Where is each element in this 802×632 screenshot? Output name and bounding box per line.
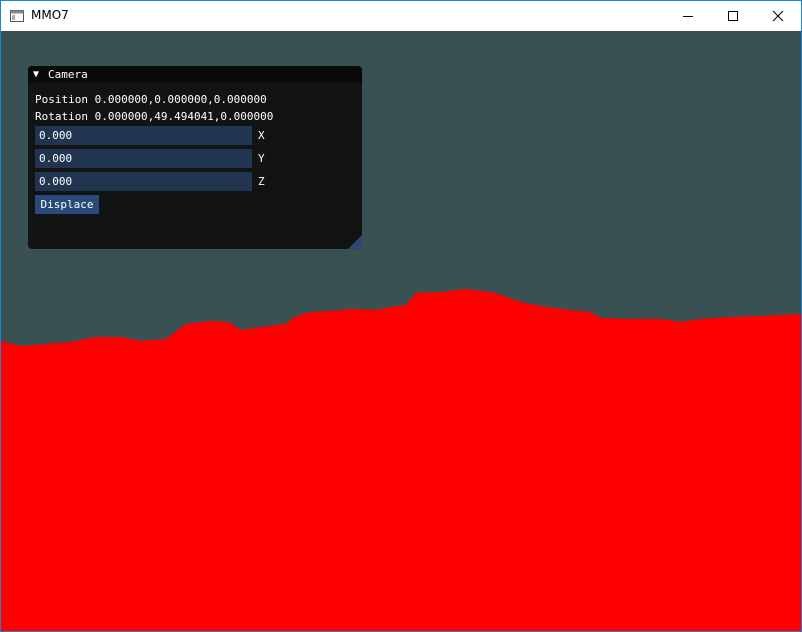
camera-rotation-text: Rotation 0.000000,49.494041,0.000000 [35,110,274,123]
resize-grip[interactable] [348,235,362,249]
game-viewport[interactable]: ▼ Camera Position 0.000000,0.000000,0.00… [1,31,801,631]
y-input[interactable] [35,149,252,168]
camera-panel-title-bar[interactable]: ▼ Camera [28,66,362,83]
app-window: MMO7 ▼ Camera Position 0.000000,0.000000… [0,0,802,632]
y-input-frame[interactable] [35,149,252,168]
displace-button[interactable]: Displace [35,195,99,214]
close-icon [772,10,784,22]
z-input-frame[interactable] [35,172,252,191]
window-title: MMO7 [31,8,69,22]
maximize-button[interactable] [710,1,756,31]
x-input-frame[interactable] [35,126,252,145]
title-bar[interactable]: MMO7 [1,1,801,31]
app-window-icon [10,10,24,22]
camera-panel-title: Camera [48,68,88,81]
x-label: X [258,129,265,142]
camera-panel: ▼ Camera Position 0.000000,0.000000,0.00… [28,66,362,249]
camera-position-text: Position 0.000000,0.000000,0.000000 [35,93,267,106]
close-button[interactable] [755,1,801,31]
collapse-arrow-icon[interactable]: ▼ [33,69,39,80]
y-label: Y [258,152,265,165]
x-input[interactable] [35,126,252,145]
terrain-surface [1,289,801,631]
z-input[interactable] [35,172,252,191]
minimize-icon [683,16,693,17]
z-label: Z [258,175,265,188]
maximize-icon [728,11,738,21]
minimize-button[interactable] [665,1,711,31]
